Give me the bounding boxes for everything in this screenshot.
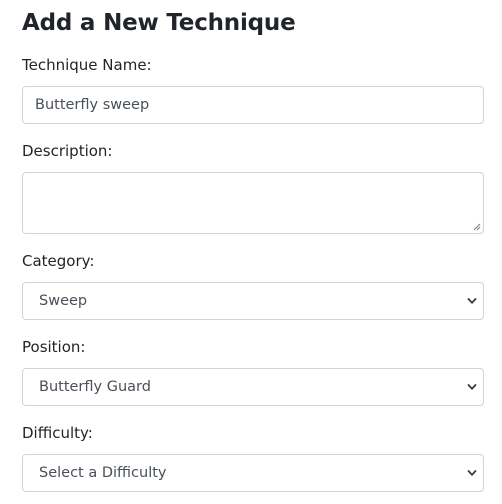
- add-technique-form: Add a New Technique Technique Name: Butt…: [0, 0, 484, 492]
- technique-name-label: Technique Name:: [22, 56, 152, 74]
- chevron-down-icon: [467, 384, 477, 390]
- chevron-down-icon: [467, 298, 477, 304]
- category-label: Category:: [22, 252, 95, 270]
- page-title: Add a New Technique: [22, 10, 296, 36]
- description-textarea[interactable]: [22, 172, 484, 234]
- difficulty-select[interactable]: Select a Difficulty: [22, 454, 484, 492]
- category-selected-value: Sweep: [39, 293, 88, 309]
- position-select[interactable]: Butterfly Guard: [22, 368, 484, 406]
- difficulty-selected-value: Select a Difficulty: [39, 465, 167, 481]
- chevron-down-icon: [467, 470, 477, 476]
- resize-grip-icon[interactable]: [473, 223, 481, 231]
- position-label: Position:: [22, 338, 86, 356]
- category-select[interactable]: Sweep: [22, 282, 484, 320]
- difficulty-label: Difficulty:: [22, 424, 93, 442]
- description-label: Description:: [22, 142, 113, 160]
- technique-name-input[interactable]: Butterfly sweep: [22, 86, 484, 124]
- position-selected-value: Butterfly Guard: [39, 379, 151, 395]
